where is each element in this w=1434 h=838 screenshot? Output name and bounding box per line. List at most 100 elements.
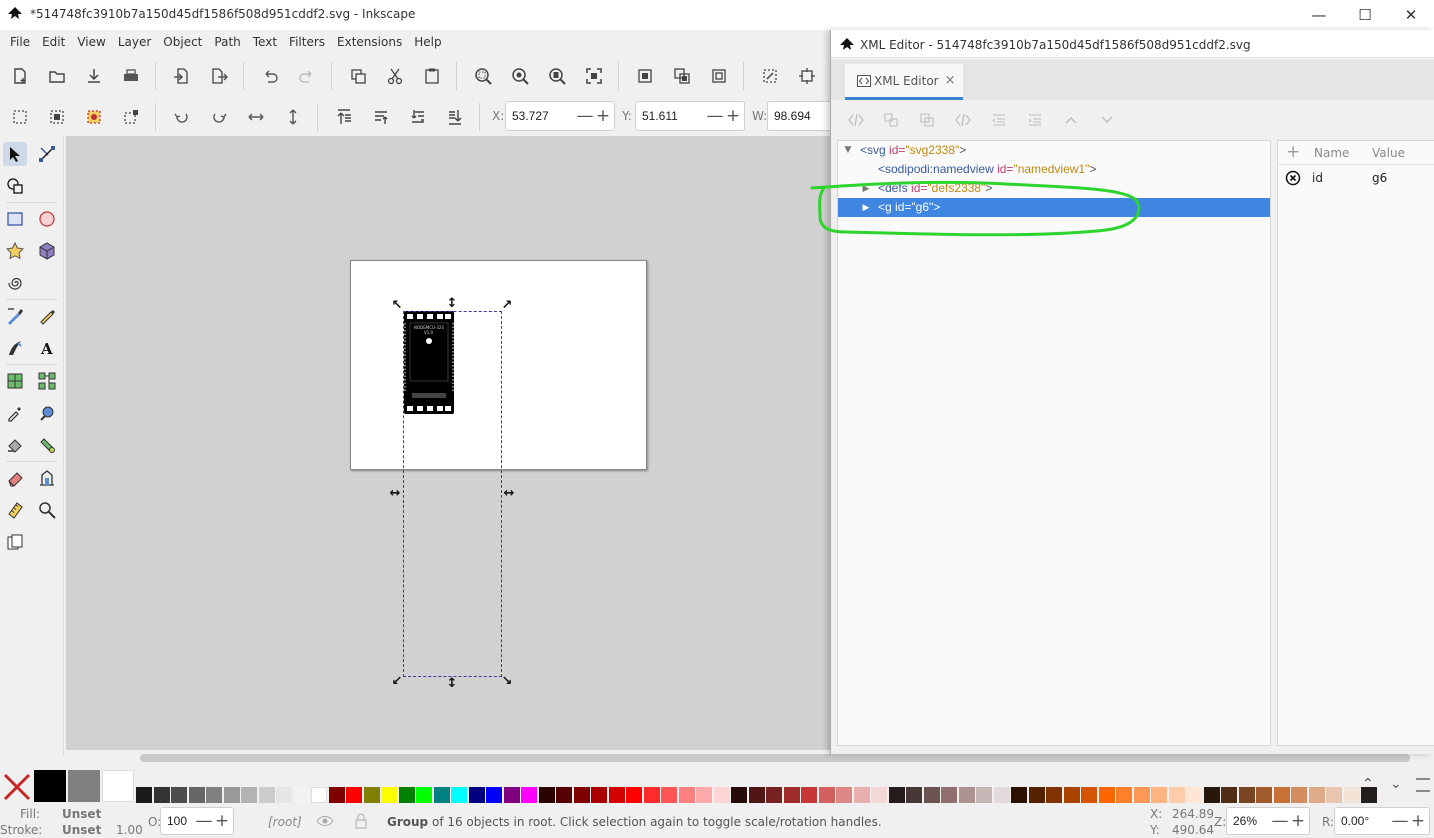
menu-text[interactable]: Text [247,30,283,54]
color-swatch[interactable] [923,787,940,803]
x-increment-button[interactable]: + [594,102,612,130]
color-swatch[interactable] [608,787,625,803]
color-swatch[interactable] [102,770,134,802]
duplicate-icon[interactable] [344,62,372,90]
calligraphy-tool-icon[interactable] [3,336,27,360]
stroke-value[interactable]: Unset [62,823,101,837]
color-swatch[interactable] [801,787,817,803]
color-swatch[interactable] [976,787,992,803]
color-swatch[interactable] [661,787,677,803]
color-swatch[interactable] [521,787,537,803]
color-swatch[interactable] [468,787,485,803]
color-swatch[interactable] [871,787,887,803]
color-swatch[interactable] [678,787,695,803]
rotate-input[interactable] [1335,814,1391,828]
drawing-canvas[interactable]: NODEMCU-32S V1.0 ↖ ↕ ↗ ↔ ↔ ↙ ↕ ↘ [66,136,830,750]
gradient-tool-icon[interactable] [35,433,59,457]
print-icon[interactable] [117,62,145,90]
color-swatch[interactable] [328,787,345,803]
color-swatch[interactable] [1343,787,1360,803]
y-input[interactable] [636,109,706,123]
y-decrement-button[interactable]: — [706,102,724,130]
fill-value[interactable]: Unset [62,807,101,821]
color-swatch[interactable] [503,787,520,803]
opacity-decrement-button[interactable]: — [195,807,213,835]
duplicate-node-icon[interactable] [914,108,940,132]
rotate-cw-icon[interactable] [205,103,233,131]
color-swatch[interactable] [1116,787,1132,803]
color-swatch[interactable] [34,770,66,802]
scale-handle-ne-icon[interactable]: ↗ [500,298,514,313]
pen-tool-icon[interactable] [3,304,27,328]
import-icon[interactable] [168,62,196,90]
color-swatch[interactable] [136,787,152,803]
export-icon[interactable] [205,62,233,90]
color-swatch[interactable] [818,787,835,803]
color-swatch[interactable] [153,787,170,803]
unindent-node-icon[interactable] [986,108,1012,132]
color-swatch[interactable] [1081,787,1097,803]
menu-help[interactable]: Help [408,30,447,54]
color-swatch[interactable] [713,787,730,803]
lower-to-bottom-icon[interactable] [441,103,469,131]
color-swatch[interactable] [346,787,362,803]
color-swatch[interactable] [241,787,257,803]
mesh-tool-icon[interactable] [3,369,27,393]
color-swatch[interactable] [766,787,782,803]
zoom-input[interactable] [1227,814,1271,828]
color-swatch[interactable] [451,787,467,803]
color-swatch[interactable] [941,787,957,803]
cut-icon[interactable] [381,62,409,90]
color-swatch[interactable] [206,787,222,803]
connector-tool-icon[interactable] [35,369,59,393]
color-swatch[interactable] [836,787,852,803]
rotate-decrement-button[interactable]: — [1391,807,1409,835]
color-swatch[interactable] [258,787,275,803]
deselect-icon[interactable] [117,103,145,131]
spiral-tool-icon[interactable] [3,271,27,295]
color-swatch[interactable] [188,787,205,803]
current-layer[interactable]: [root] [268,815,302,829]
pencil-tool-icon[interactable] [35,304,59,328]
x-decrement-button[interactable]: — [576,102,594,130]
menu-file[interactable]: File [4,30,36,54]
color-swatch[interactable] [171,787,187,803]
color-swatch[interactable] [1098,787,1115,803]
color-swatch[interactable] [223,787,240,803]
lower-icon[interactable] [404,103,432,131]
attribute-row[interactable]: id g6 [1278,167,1434,189]
new-element-node-icon[interactable] [843,108,869,132]
color-swatch[interactable] [626,787,642,803]
color-swatch[interactable] [783,787,800,803]
close-icon[interactable]: ✕ [1388,0,1434,30]
open-icon[interactable] [43,62,71,90]
tweak-tool-icon[interactable] [3,174,27,198]
add-attribute-button[interactable]: + [1286,142,1300,162]
lpe-tool-icon[interactable] [35,466,59,490]
color-swatch[interactable] [748,787,765,803]
raise-icon[interactable] [367,103,395,131]
layer-visibility-icon[interactable] [316,814,334,828]
undo-icon[interactable] [256,62,284,90]
horizontal-scrollbar[interactable] [140,754,1410,762]
node-tool-icon[interactable] [35,142,59,166]
redo-icon[interactable] [293,62,321,90]
color-swatch[interactable] [1256,787,1272,803]
indent-node-icon[interactable] [1022,108,1048,132]
ungroup-icon[interactable] [668,62,696,90]
tree-node-defs[interactable]: <defs id="defs2338"> [878,179,992,198]
pages-tool-icon[interactable] [3,530,27,554]
paste-icon[interactable] [418,62,446,90]
palette-menu-icon[interactable] [1416,778,1430,792]
scale-handle-e-icon[interactable]: ↔ [502,486,516,501]
save-icon[interactable] [80,62,108,90]
paint-bucket-icon[interactable] [3,433,27,457]
node-editor-icon[interactable] [756,62,784,90]
palette-scroll-down-icon[interactable]: ⌄ [1390,776,1402,792]
expander-open-icon[interactable]: ▼ [842,145,854,155]
scale-handle-n-icon[interactable]: ↕ [445,296,459,311]
menu-filters[interactable]: Filters [283,30,331,54]
zoom-page-icon[interactable] [543,62,571,90]
eraser-tool-icon[interactable] [3,466,27,490]
color-swatch[interactable] [731,787,747,803]
